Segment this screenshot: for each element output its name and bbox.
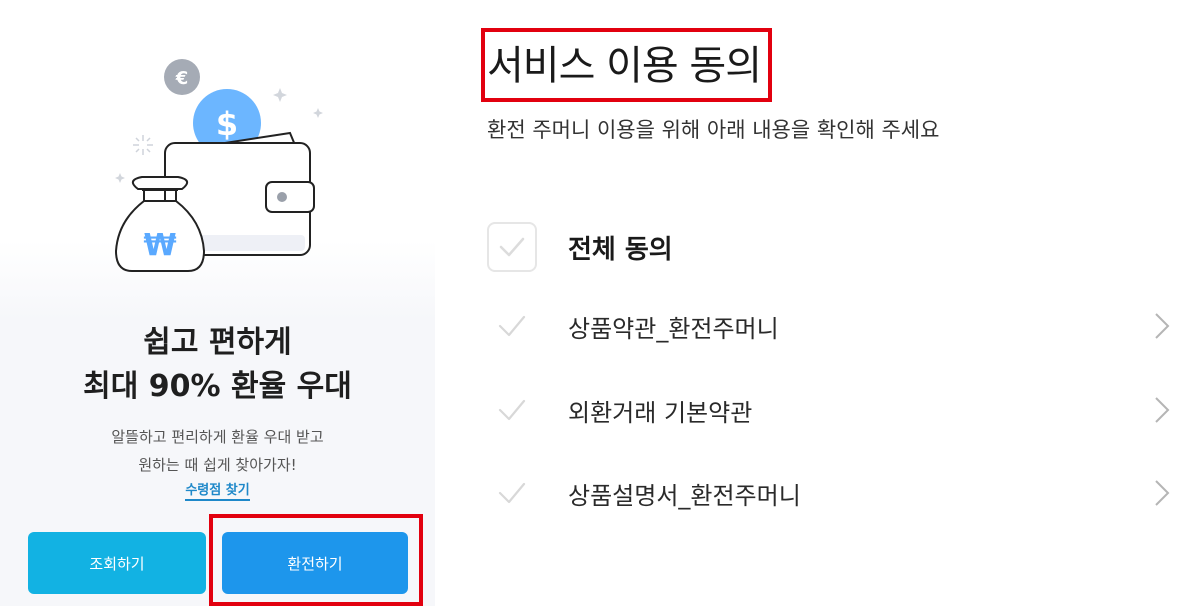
star-icon (313, 108, 323, 118)
check-icon (498, 315, 526, 337)
term-checkbox[interactable] (487, 315, 537, 337)
check-icon (499, 237, 525, 257)
inquiry-button[interactable]: 조회하기 (28, 532, 206, 594)
chevron-right-icon[interactable] (1147, 396, 1177, 424)
term-label: 상품약관_환전주머니 (568, 314, 779, 343)
term-row-fx-basic-terms[interactable]: 외환거래 기본약관 (487, 380, 1177, 440)
star-icon (273, 88, 287, 102)
term-row-product-description[interactable]: 상품설명서_환전주머니 (487, 463, 1177, 523)
term-checkbox[interactable] (487, 399, 537, 421)
term-row-product-terms[interactable]: 상품약관_환전주머니 (487, 296, 1177, 356)
promo-headline-line2: 최대 90% 환율 우대 (83, 369, 352, 404)
term-label: 외환거래 기본약관 (568, 398, 753, 427)
chevron-right-icon[interactable] (1147, 312, 1177, 340)
all-agree-label: 전체 동의 (568, 234, 673, 265)
promo-description-line1: 알뜰하고 편리하게 환율 우대 받고 (111, 428, 324, 446)
svg-text:₩: ₩ (143, 228, 176, 263)
promo-headline-line1: 쉽고 편하게 (143, 325, 292, 360)
svg-text:$: $ (216, 105, 238, 143)
wallet-illustration: € $ ₩ (114, 59, 323, 272)
page-subtitle: 환전 주머니 이용을 위해 아래 내용을 확인해 주세요 (487, 118, 940, 142)
svg-text:€: € (175, 68, 189, 89)
exchange-button-highlight (209, 514, 423, 606)
page-title-highlight (481, 28, 772, 102)
store-link-wrapper: 수령점 찾기 (0, 479, 435, 501)
chevron-right-icon[interactable] (1147, 479, 1177, 507)
check-icon (498, 482, 526, 504)
promo-description-line2: 원하는 때 쉽게 찾아가자! (138, 456, 297, 474)
sparkle-icon (133, 135, 153, 155)
check-icon (498, 399, 526, 421)
find-store-link[interactable]: 수령점 찾기 (185, 483, 250, 501)
star-icon (115, 173, 125, 183)
all-agree-checkbox[interactable] (487, 222, 537, 272)
all-agree-row[interactable]: 전체 동의 (487, 222, 673, 272)
term-label: 상품설명서_환전주머니 (568, 481, 801, 510)
term-checkbox[interactable] (487, 482, 537, 504)
